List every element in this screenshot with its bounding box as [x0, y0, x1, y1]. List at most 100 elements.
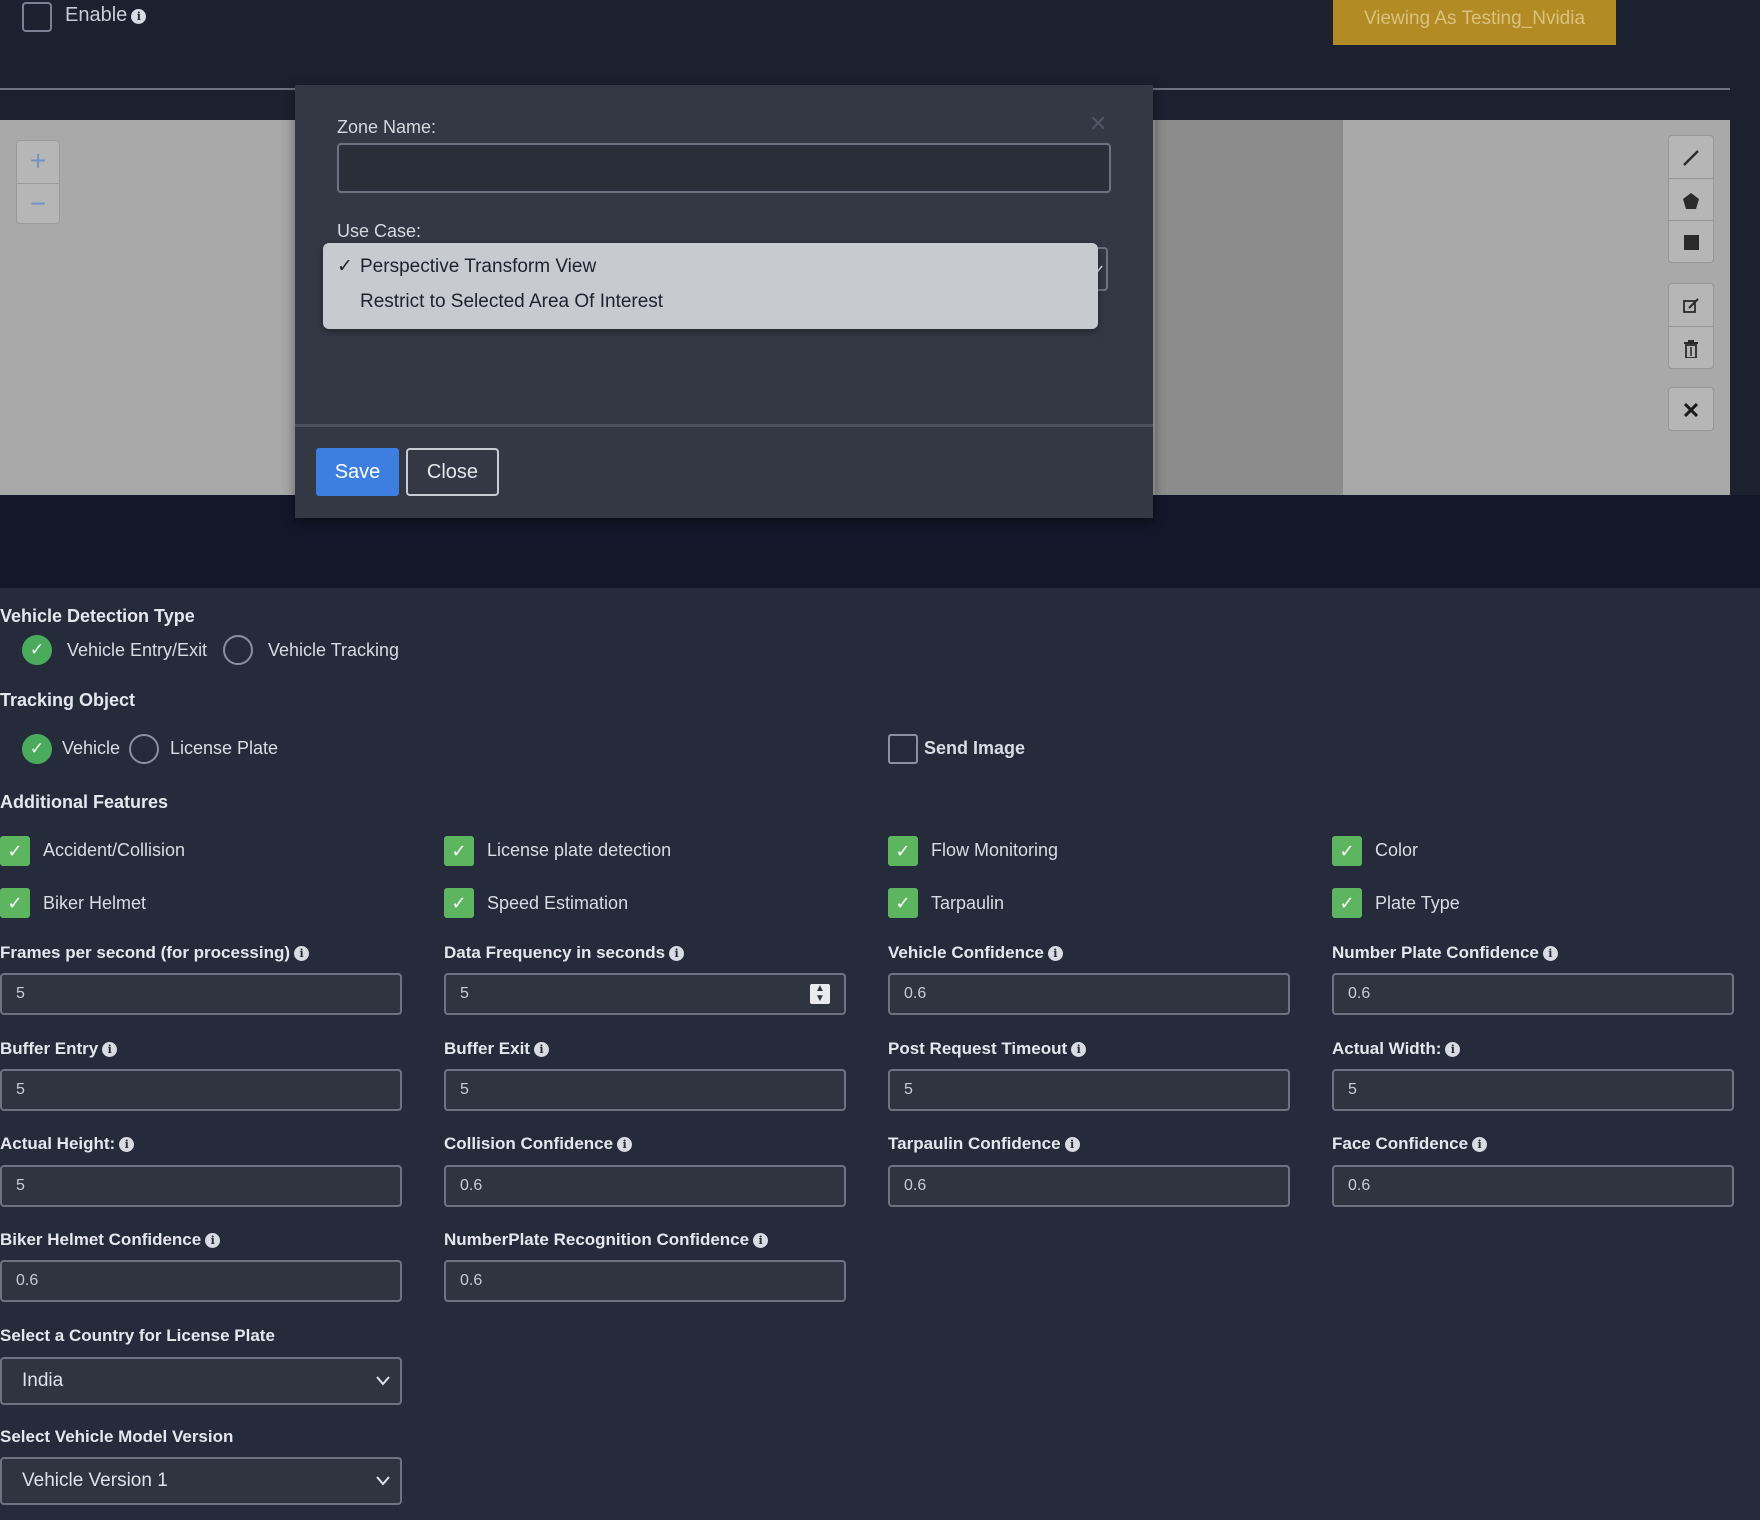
vehicle-confidence-input[interactable]: 0.6 — [888, 973, 1290, 1015]
info-icon[interactable]: i — [294, 946, 310, 961]
country-select[interactable]: India — [0, 1357, 402, 1405]
additional-features-title: Additional Features — [0, 792, 169, 812]
field-label-biker-helmet-confidence: Biker Helmet Confidence i — [0, 1230, 221, 1250]
option-label: Restrict to Selected Area Of Interest — [360, 291, 664, 312]
use-case-option-perspective[interactable]: ✓ Perspective Transform View — [323, 255, 1098, 290]
tarpaulin-confidence-input[interactable]: 0.6 — [888, 1165, 1290, 1207]
feature-label: Plate Type — [1375, 893, 1460, 913]
post-request-timeout-input[interactable]: 5 — [888, 1069, 1290, 1111]
radio-vehicle-entry-exit[interactable]: ✓ — [22, 635, 52, 665]
fps-input[interactable]: 5 — [0, 973, 402, 1015]
feature-label: Accident/Collision — [43, 840, 186, 860]
zone-name-input[interactable] — [337, 143, 1111, 193]
info-icon[interactable]: i — [669, 946, 685, 961]
close-button[interactable]: Close — [406, 448, 499, 496]
field-label-collision-confidence: Collision Confidence i — [444, 1134, 633, 1154]
option-label: Perspective Transform View — [360, 256, 597, 277]
info-icon[interactable]: i — [1542, 946, 1558, 961]
info-icon[interactable]: i — [131, 9, 147, 24]
feature-checkbox-speed-estimation[interactable]: ✓ — [444, 888, 474, 918]
stepper-icon[interactable]: ▲ ▼ — [810, 984, 830, 1004]
chevron-down-icon — [376, 1459, 390, 1503]
info-icon[interactable]: i — [119, 1137, 135, 1152]
viewing-as-badge[interactable]: Viewing As Testing_Nvidia — [1333, 0, 1616, 45]
feature-checkbox-plate-type[interactable]: ✓ — [1332, 888, 1362, 918]
info-icon[interactable]: i — [1047, 946, 1063, 961]
draw-rectangle-button[interactable] — [1669, 220, 1713, 262]
buffer-exit-input[interactable]: 5 — [444, 1069, 846, 1111]
use-case-option-restrict[interactable]: Restrict to Selected Area Of Interest — [323, 290, 1098, 325]
trash-icon — [1684, 339, 1698, 359]
field-label-data-frequency: Data Frequency in seconds i — [444, 943, 685, 963]
info-icon[interactable]: i — [205, 1233, 221, 1248]
actual-height-input[interactable]: 5 — [0, 1165, 402, 1207]
send-image-label: Send Image — [924, 738, 1026, 758]
feature-label: Biker Helmet — [43, 893, 147, 913]
info-icon[interactable]: i — [617, 1137, 633, 1152]
zone-name-label: Zone Name: — [337, 117, 437, 137]
feature-checkbox-flow-monitoring[interactable]: ✓ — [888, 836, 918, 866]
info-icon[interactable]: i — [533, 1042, 549, 1057]
draw-polygon-button[interactable] — [1669, 178, 1713, 220]
info-icon[interactable]: i — [1472, 1137, 1488, 1152]
modal-close-icon[interactable]: ✕ — [1089, 111, 1107, 137]
chevron-down-icon — [376, 1359, 390, 1403]
numberplate-recognition-confidence-input[interactable]: 0.6 — [444, 1260, 846, 1302]
field-label-face-confidence: Face Confidence i — [1332, 1134, 1488, 1154]
field-label-post-request-timeout: Post Request Timeout i — [888, 1039, 1087, 1059]
face-confidence-input[interactable]: 0.6 — [1332, 1165, 1734, 1207]
rectangle-icon — [1683, 235, 1699, 251]
enable-checkbox[interactable] — [22, 2, 52, 32]
draw-toolbar — [1668, 135, 1714, 263]
edit-layers-button[interactable] — [1669, 284, 1713, 326]
country-select-value: India — [22, 1370, 64, 1391]
zoom-out-button[interactable]: − — [17, 183, 59, 225]
radio-vehicle-tracking[interactable] — [223, 635, 253, 665]
vehicle-model-select[interactable]: Vehicle Version 1 — [0, 1457, 402, 1505]
buffer-entry-input[interactable]: 5 — [0, 1069, 402, 1111]
checkmark-icon: ✓ — [337, 256, 353, 277]
data-frequency-input[interactable]: 5 ▲ ▼ — [444, 973, 846, 1015]
save-button[interactable]: Save — [316, 448, 399, 496]
zone-modal: ✕ Zone Name: Use Case: ✓ Perspective Tra… — [295, 85, 1153, 518]
field-label-vehicle-confidence: Vehicle Confidence i — [888, 943, 1063, 963]
number-plate-confidence-input[interactable]: 0.6 — [1332, 973, 1734, 1015]
radio-vehicle[interactable]: ✓ — [22, 734, 52, 764]
close-icon — [1683, 402, 1699, 417]
feature-label: Tarpaulin — [931, 893, 1005, 913]
clear-toolbar — [1668, 387, 1714, 431]
clear-button[interactable] — [1669, 388, 1713, 430]
tracking-object-title: Tracking Object — [0, 690, 136, 710]
info-icon[interactable]: i — [1071, 1042, 1087, 1057]
radio-label: License Plate — [170, 738, 279, 758]
field-label-actual-height: Actual Height: i — [0, 1134, 135, 1154]
actual-width-input[interactable]: 5 — [1332, 1069, 1734, 1111]
zoom-in-button[interactable]: + — [17, 141, 59, 183]
biker-helmet-confidence-input[interactable]: 0.6 — [0, 1260, 402, 1302]
info-icon[interactable]: i — [753, 1233, 769, 1248]
radio-label: Vehicle Tracking — [268, 640, 400, 660]
radio-label: Vehicle Entry/Exit — [67, 640, 208, 660]
edit-toolbar — [1668, 283, 1714, 369]
map-shaded-region — [1155, 120, 1343, 495]
delete-layers-button[interactable] — [1669, 326, 1713, 368]
feature-label: License plate detection — [487, 840, 672, 860]
draw-polyline-button[interactable] — [1669, 136, 1713, 178]
feature-checkbox-biker-helmet[interactable]: ✓ — [0, 888, 30, 918]
feature-checkbox-tarpaulin[interactable]: ✓ — [888, 888, 918, 918]
feature-label: Speed Estimation — [487, 893, 629, 913]
info-icon[interactable]: i — [1064, 1137, 1080, 1152]
collision-confidence-input[interactable]: 0.6 — [444, 1165, 846, 1207]
feature-label: Color — [1375, 840, 1419, 860]
field-label-tarpaulin-confidence: Tarpaulin Confidence i — [888, 1134, 1080, 1154]
field-label-numberplate-recognition-confidence: NumberPlate Recognition Confidence i — [444, 1230, 769, 1250]
radio-license-plate[interactable] — [129, 734, 159, 764]
polygon-icon — [1683, 192, 1699, 209]
send-image-checkbox[interactable] — [888, 734, 918, 764]
model-select-value: Vehicle Version 1 — [22, 1470, 168, 1491]
feature-checkbox-color[interactable]: ✓ — [1332, 836, 1362, 866]
info-icon[interactable]: i — [1445, 1042, 1461, 1057]
feature-checkbox-accident[interactable]: ✓ — [0, 836, 30, 866]
info-icon[interactable]: i — [102, 1042, 118, 1057]
feature-checkbox-license-plate-detection[interactable]: ✓ — [444, 836, 474, 866]
